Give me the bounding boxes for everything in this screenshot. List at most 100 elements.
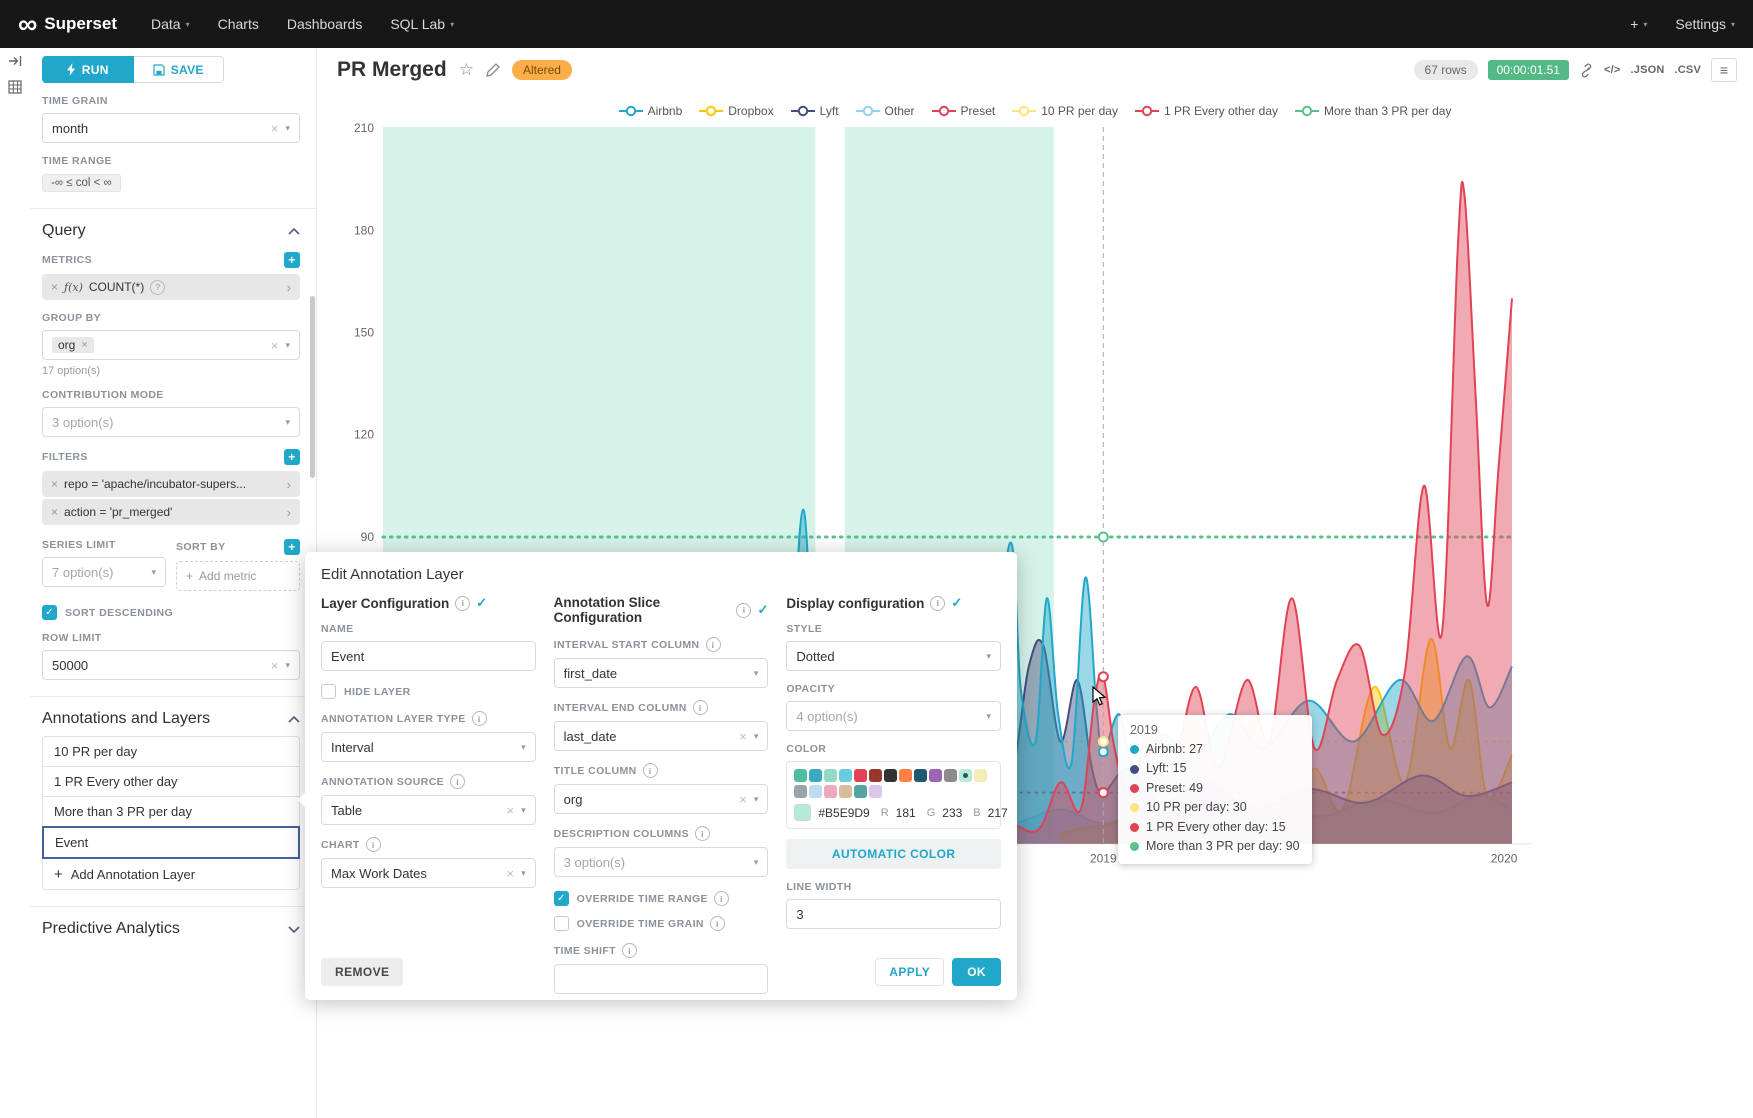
series-limit-select[interactable]: 7 option(s) ▾ — [42, 557, 166, 587]
edit-pencil-icon[interactable] — [486, 63, 500, 77]
chart-menu-button[interactable]: ≡ — [1711, 58, 1737, 82]
opacity-select[interactable]: 4 option(s) ▾ — [786, 701, 1001, 731]
legend-item[interactable]: 1 PR Every other day — [1135, 104, 1278, 118]
add-sort-metric-button[interactable]: + — [284, 539, 300, 555]
time-shift-input[interactable] — [554, 964, 769, 994]
export-json-button[interactable]: .JSON — [1631, 64, 1665, 76]
filter-repo[interactable]: × repo = 'apache/incubator-supers... › — [42, 471, 300, 497]
override-time-range-checkbox[interactable] — [554, 891, 569, 906]
color-swatch[interactable] — [839, 785, 852, 798]
nav-sql-lab[interactable]: SQL Lab▾ — [390, 16, 454, 32]
add-annotation-layer-button[interactable]: + Add Annotation Layer — [42, 858, 300, 890]
style-select[interactable]: Dotted ▾ — [786, 641, 1001, 671]
nav-new-button[interactable]: +▾ — [1630, 16, 1647, 32]
color-swatch-selected[interactable] — [959, 769, 972, 782]
sort-descending-checkbox[interactable] — [42, 605, 57, 620]
rgb-g-value[interactable]: 233 — [942, 806, 962, 820]
nav-dashboards[interactable]: Dashboards — [287, 16, 363, 32]
color-swatch[interactable] — [809, 769, 822, 782]
apply-button[interactable]: APPLY — [875, 958, 944, 986]
legend-item[interactable]: Lyft — [791, 104, 839, 118]
filter-action[interactable]: × action = 'pr_merged' › — [42, 499, 300, 525]
color-swatch[interactable] — [869, 785, 882, 798]
clear-icon[interactable]: × — [271, 121, 279, 136]
annotation-layer-row[interactable]: 10 PR per day — [42, 736, 300, 767]
remove-icon[interactable]: × — [51, 280, 58, 294]
save-button[interactable]: SAVE — [134, 56, 225, 83]
override-time-grain-checkbox[interactable] — [554, 916, 569, 931]
line-width-input[interactable] — [786, 899, 1001, 929]
embed-code-icon[interactable]: </> — [1604, 64, 1621, 76]
favorite-star-icon[interactable]: ☆ — [459, 60, 474, 80]
annotation-layer-row-selected[interactable]: Event — [42, 826, 300, 859]
rgb-r-value[interactable]: 181 — [896, 806, 916, 820]
color-swatch[interactable] — [824, 769, 837, 782]
layer-name-input[interactable] — [321, 641, 536, 671]
share-link-icon[interactable] — [1579, 63, 1594, 78]
color-swatch[interactable] — [869, 769, 882, 782]
color-swatch[interactable] — [854, 785, 867, 798]
remove-icon[interactable]: × — [51, 505, 58, 519]
legend-item[interactable]: More than 3 PR per day — [1295, 104, 1451, 118]
color-swatch[interactable] — [899, 769, 912, 782]
remove-icon[interactable]: × — [51, 477, 58, 491]
color-swatch[interactable] — [824, 785, 837, 798]
contribution-mode-select[interactable]: 3 option(s) ▾ — [42, 407, 300, 437]
legend-item[interactable]: Other — [856, 104, 915, 118]
interval-start-select[interactable]: first_date ▾ — [554, 658, 769, 688]
hex-value[interactable]: #B5E9D9 — [818, 806, 869, 820]
remove-button[interactable]: REMOVE — [321, 958, 403, 986]
color-swatch[interactable] — [929, 769, 942, 782]
color-swatch[interactable] — [854, 769, 867, 782]
automatic-color-button[interactable]: AUTOMATIC COLOR — [786, 839, 1001, 869]
color-swatch[interactable] — [944, 769, 957, 782]
color-swatch[interactable] — [809, 785, 822, 798]
color-swatch[interactable] — [884, 769, 897, 782]
chart-source-select[interactable]: Max Work Dates × ▾ — [321, 858, 536, 888]
export-csv-button[interactable]: .CSV — [1675, 64, 1701, 76]
predictive-section-header[interactable]: Predictive Analytics — [42, 920, 300, 938]
altered-badge[interactable]: Altered — [512, 60, 572, 80]
clear-icon[interactable]: × — [739, 729, 747, 744]
group-by-select[interactable]: org × × ▾ — [42, 330, 300, 360]
legend-item[interactable]: Airbnb — [619, 104, 683, 118]
remove-tag-icon[interactable]: × — [81, 339, 87, 351]
title-column-select[interactable]: org × ▾ — [554, 784, 769, 814]
rgb-b-value[interactable]: 217 — [988, 806, 1008, 820]
superset-logo[interactable]: ∞ Superset — [18, 14, 117, 34]
run-button[interactable]: RUN — [42, 56, 134, 83]
clear-icon[interactable]: × — [271, 658, 279, 673]
clear-icon[interactable]: × — [271, 338, 279, 353]
ok-button[interactable]: OK — [952, 958, 1001, 986]
clear-icon[interactable]: × — [739, 792, 747, 807]
time-range-value[interactable]: -∞ ≤ col < ∞ — [42, 174, 121, 192]
color-swatch[interactable] — [794, 769, 807, 782]
legend-item[interactable]: Preset — [932, 104, 996, 118]
time-grain-select[interactable]: month × ▾ — [42, 113, 300, 143]
nav-data[interactable]: Data▾ — [151, 16, 190, 32]
color-swatch[interactable] — [914, 769, 927, 782]
nav-settings[interactable]: Settings▾ — [1675, 16, 1735, 32]
legend-item[interactable]: 10 PR per day — [1012, 104, 1118, 118]
add-filter-button[interactable]: + — [284, 449, 300, 465]
interval-end-select[interactable]: last_date × ▾ — [554, 721, 769, 751]
add-metric-button[interactable]: + — [284, 252, 300, 268]
sort-by-add-metric[interactable]: + Add metric — [176, 561, 300, 591]
clear-icon[interactable]: × — [507, 866, 515, 881]
color-swatch[interactable] — [794, 785, 807, 798]
expand-panel-icon[interactable] — [0, 48, 30, 74]
color-swatch[interactable] — [974, 769, 987, 782]
metric-count-star[interactable]: × ƒ(x) COUNT(*) ? › — [42, 274, 300, 300]
annotation-source-select[interactable]: Table × ▾ — [321, 795, 536, 825]
annotations-section-header[interactable]: Annotations and Layers — [42, 710, 300, 728]
annotation-layer-row[interactable]: 1 PR Every other day — [42, 766, 300, 797]
query-section-header[interactable]: Query — [42, 222, 300, 240]
hide-layer-checkbox[interactable] — [321, 684, 336, 699]
nav-charts[interactable]: Charts — [218, 16, 259, 32]
dataset-grid-icon[interactable] — [0, 74, 30, 100]
color-swatch[interactable] — [839, 769, 852, 782]
panel-scrollbar[interactable] — [310, 296, 315, 478]
annotation-layer-type-select[interactable]: Interval ▾ — [321, 732, 536, 762]
row-limit-select[interactable]: 50000 × ▾ — [42, 650, 300, 680]
description-columns-select[interactable]: 3 option(s) ▾ — [554, 847, 769, 877]
